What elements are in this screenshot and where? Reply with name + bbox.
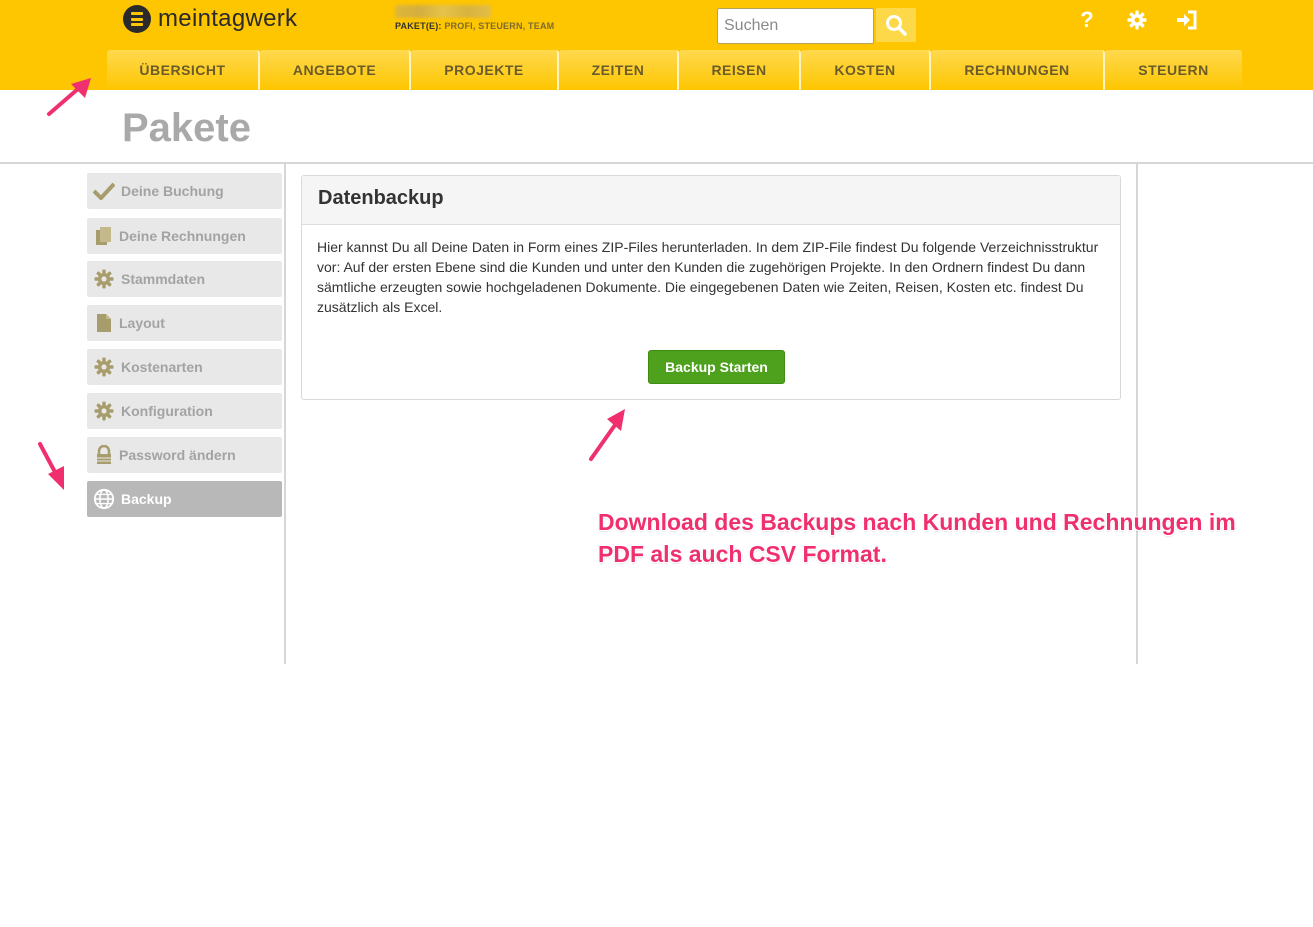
gear-icon[interactable] (1126, 9, 1148, 31)
check-icon (93, 180, 115, 202)
nav-item-reisen[interactable]: REISEN (679, 50, 801, 90)
backup-start-button[interactable]: Backup Starten (648, 350, 785, 384)
package-value: PROFI, STEUERN, TEAM (444, 21, 555, 31)
nav-item-uebersicht[interactable]: ÜBERSICHT (107, 50, 260, 90)
sidebar-item-label: Stammdaten (121, 271, 206, 287)
gear-icon (93, 268, 115, 290)
sidebar-item-kostenarten[interactable]: Kostenarten (87, 349, 282, 385)
sidebar-item-deine-rechnungen[interactable]: Deine Rechnungen (87, 218, 282, 254)
package-info: PAKET(E): PROFI, STEUERN, TEAM (395, 21, 554, 31)
search-icon (886, 15, 907, 36)
account-info: PAKET(E): PROFI, STEUERN, TEAM (395, 5, 554, 31)
top-header: meintagwerk PAKET(E): PROFI, STEUERN, TE… (0, 0, 1313, 90)
search-input[interactable] (717, 8, 874, 44)
documents-icon (93, 225, 115, 247)
nav-item-projekte[interactable]: PROJEKTE (411, 50, 559, 90)
annotation-arrow-icon (38, 442, 64, 490)
gear-icon (93, 356, 115, 378)
sidebar-item-backup[interactable]: Backup (87, 481, 282, 517)
annotation-text: Download des Backups nach Kunden und Rec… (598, 509, 1236, 567)
sidebar-item-label: Backup (121, 491, 172, 507)
logo[interactable]: meintagwerk (123, 5, 297, 33)
question-icon[interactable]: ? (1076, 7, 1098, 32)
sign-in-icon[interactable] (1176, 9, 1198, 31)
logo-text: meintagwerk (158, 5, 298, 32)
content-right-divider (1136, 164, 1138, 664)
sidebar-item-label: Kostenarten (121, 359, 203, 375)
panel-description: Hier kannst Du all Deine Daten in Form e… (317, 239, 1099, 315)
nav-item-zeiten[interactable]: ZEITEN (559, 50, 679, 90)
search-button[interactable] (876, 8, 916, 42)
sidebar-item-label: Layout (119, 315, 165, 331)
datenbackup-panel: Datenbackup Hier kannst Du all Deine Dat… (301, 175, 1121, 400)
sidebar-item-label: Password ändern (119, 447, 236, 463)
gear-icon (93, 400, 115, 422)
package-label: PAKET(E): (395, 21, 442, 31)
panel-title: Datenbackup (302, 176, 1120, 225)
globe-icon (93, 488, 115, 510)
sidebar-divider (284, 164, 286, 664)
nav-item-steuern[interactable]: STEUERN (1105, 50, 1242, 90)
sidebar-item-label: Deine Buchung (121, 183, 224, 199)
sidebar-item-konfiguration[interactable]: Konfiguration (87, 393, 282, 429)
sidebar-item-label: Deine Rechnungen (119, 228, 246, 244)
annotation-arrow-icon (589, 409, 625, 461)
blurred-account-name (395, 5, 491, 18)
annotation-arrow-icon (47, 78, 91, 116)
title-divider (0, 162, 1313, 164)
sidebar-item-stammdaten[interactable]: Stammdaten (87, 261, 282, 297)
nav-item-angebote[interactable]: ANGEBOTE (260, 50, 411, 90)
page-title: Pakete (122, 106, 251, 150)
file-icon (93, 312, 115, 334)
sidebar-item-layout[interactable]: Layout (87, 305, 282, 341)
logo-mark-icon (123, 5, 151, 33)
lock-icon (93, 444, 115, 466)
main-nav: ÜBERSICHT ANGEBOTE PROJEKTE ZEITEN REISE… (107, 50, 1242, 90)
nav-item-kosten[interactable]: KOSTEN (801, 50, 931, 90)
sidebar-item-password-aendern[interactable]: Password ändern (87, 437, 282, 473)
sidebar-item-label: Konfiguration (121, 403, 213, 419)
sidebar-item-deine-buchung[interactable]: Deine Buchung (87, 173, 282, 209)
nav-item-rechnungen[interactable]: RECHNUNGEN (931, 50, 1105, 90)
